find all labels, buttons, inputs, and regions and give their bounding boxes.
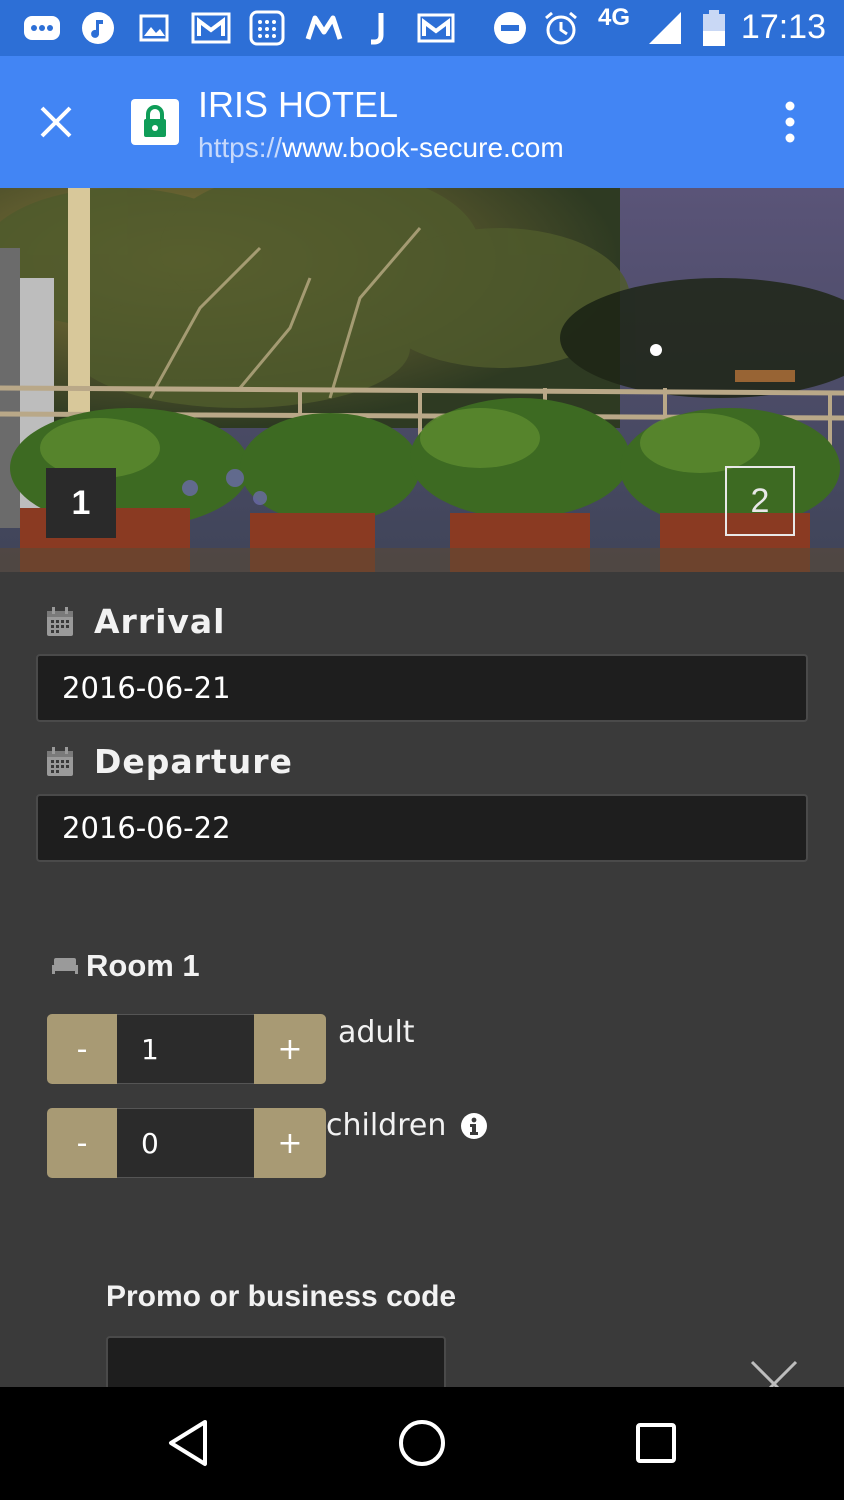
close-icon[interactable] — [36, 102, 76, 142]
page-title: IRIS HOTEL — [198, 84, 399, 125]
status-bar: 4G 17:13 — [0, 0, 844, 56]
children-label: children — [326, 1108, 447, 1143]
home-icon[interactable] — [396, 1417, 448, 1469]
bed-icon — [52, 954, 78, 978]
overflow-menu-icon[interactable] — [780, 100, 800, 144]
url-host: www.book-secure.com — [282, 132, 564, 163]
calculator-icon — [248, 10, 286, 46]
room-label: Room 1 — [86, 948, 200, 983]
back-icon[interactable] — [162, 1417, 214, 1469]
battery-icon — [700, 10, 728, 46]
network-type: 4G — [598, 4, 631, 31]
calendar-icon — [46, 606, 74, 637]
do-not-disturb-icon — [492, 10, 528, 46]
clear-icon[interactable] — [750, 1360, 798, 1387]
adult-count-input[interactable]: 1 — [117, 1014, 254, 1084]
m-app-icon — [304, 10, 344, 46]
gallery-icon — [138, 10, 170, 46]
hotel-photo-gallery[interactable]: 1 2 — [0, 188, 844, 572]
email-icon — [416, 10, 456, 46]
room-heading: Room 1 — [52, 948, 200, 984]
arrival-date-input[interactable]: 2016-06-21 — [36, 654, 808, 722]
calendar-icon — [46, 746, 74, 777]
recents-icon[interactable] — [630, 1417, 682, 1469]
departure-label-row: Departure — [46, 742, 293, 781]
page-url[interactable]: https://www.book-secure.com — [198, 132, 564, 164]
departure-label: Departure — [94, 742, 293, 781]
children-stepper: - 0 + — [47, 1108, 326, 1178]
system-navigation-bar — [0, 1387, 844, 1500]
url-scheme: https:// — [198, 132, 283, 163]
lock-icon — [131, 99, 179, 145]
departure-date-input[interactable]: 2016-06-22 — [36, 794, 808, 862]
clock: 17:13 — [740, 8, 826, 46]
children-count-input[interactable]: 0 — [117, 1108, 254, 1178]
slide-indicator-next[interactable]: 2 — [725, 466, 795, 536]
promo-code-label: Promo or business code — [106, 1280, 457, 1313]
messages-icon — [22, 10, 62, 46]
slide-indicator-current[interactable]: 1 — [46, 468, 116, 538]
alarm-icon — [542, 10, 580, 46]
music-icon — [80, 10, 116, 46]
signal-icon — [646, 10, 684, 46]
hotel-terrace-photo — [0, 188, 844, 572]
arrival-label: Arrival — [94, 602, 226, 641]
info-icon[interactable] — [460, 1112, 488, 1140]
j-app-icon — [366, 10, 390, 46]
children-increment-button[interactable]: + — [254, 1108, 326, 1178]
adult-decrement-button[interactable]: - — [47, 1014, 117, 1084]
adult-label: adult — [338, 1015, 415, 1050]
adult-increment-button[interactable]: + — [254, 1014, 326, 1084]
booking-form: Arrival 2016-06-21 Departure 2016-06-22 … — [0, 572, 844, 1406]
arrival-label-row: Arrival — [46, 602, 226, 641]
gmail-icon — [190, 10, 232, 46]
children-decrement-button[interactable]: - — [47, 1108, 117, 1178]
custom-tab-toolbar: IRIS HOTEL https://www.book-secure.com — [0, 56, 844, 188]
adult-stepper: - 1 + — [47, 1014, 326, 1084]
